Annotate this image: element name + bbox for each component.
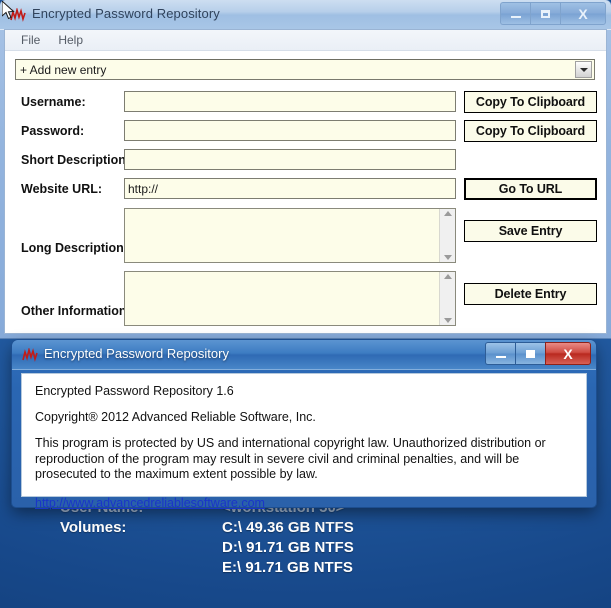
long-description-textarea-body[interactable] (125, 209, 439, 262)
go-to-url-button[interactable]: Go To URL (464, 178, 597, 200)
scroll-up-icon[interactable] (443, 274, 452, 279)
maximize-icon (541, 9, 550, 18)
main-window-titlebar[interactable]: Encrypted Password Repository X (0, 0, 611, 30)
bginfo-row-volumes: Volumes: C:\ 49.36 GB NTFS (0, 518, 611, 538)
short-description-label: Short Description: (21, 153, 131, 167)
close-icon: X (578, 5, 588, 22)
minimize-icon (510, 15, 521, 18)
bginfo-value-volume-d: D:\ 91.71 GB NTFS (222, 539, 354, 556)
website-url-label: Website URL: (21, 182, 103, 196)
bginfo-value-volume-c: C:\ 49.36 GB NTFS (222, 519, 354, 536)
scroll-up-icon[interactable] (443, 211, 452, 216)
about-dialog-titlebar[interactable]: Encrypted Password Repository X (12, 340, 596, 370)
minimize-button[interactable] (500, 2, 530, 25)
bginfo-label-blank-e (0, 558, 222, 578)
about-close-button[interactable]: X (545, 342, 591, 365)
about-legal-notice: This program is protected by US and inte… (35, 436, 546, 481)
short-description-input[interactable] (124, 149, 456, 170)
copy-password-button[interactable]: Copy To Clipboard (464, 120, 597, 142)
password-label: Password: (21, 124, 85, 138)
password-input[interactable] (124, 120, 456, 141)
about-minimize-button[interactable] (485, 342, 515, 365)
scroll-down-icon[interactable] (443, 318, 452, 323)
bginfo-row-volume-d: D:\ 91.71 GB NTFS (0, 538, 611, 558)
app-logo-icon (22, 346, 38, 362)
website-url-input[interactable]: http:// (124, 178, 456, 199)
menu-item-help[interactable]: Help (49, 31, 92, 49)
app-logo-icon (10, 6, 26, 22)
about-product-version: Encrypted Password Repository 1.6 (35, 384, 234, 398)
main-window-caption-buttons: X (500, 2, 606, 25)
chevron-down-glyph (579, 67, 588, 72)
close-button[interactable]: X (560, 2, 606, 25)
about-website-link[interactable]: http://www.advancedreliablesoftware.com (35, 496, 265, 510)
other-information-textarea[interactable] (124, 271, 456, 326)
main-window-client-area: File Help + Add new entry Username: Copy… (4, 29, 607, 334)
chevron-down-icon[interactable] (575, 61, 592, 78)
scroll-down-icon[interactable] (443, 255, 452, 260)
save-entry-button[interactable]: Save Entry (464, 220, 597, 242)
long-description-scrollbar[interactable] (439, 209, 455, 262)
about-maximize-button[interactable] (515, 342, 545, 365)
copy-username-button[interactable]: Copy To Clipboard (464, 91, 597, 113)
maximize-button[interactable] (530, 2, 560, 25)
close-icon: X (563, 345, 573, 362)
other-information-textarea-body[interactable] (125, 272, 439, 325)
main-window: Encrypted Password Repository X File Hel… (0, 0, 611, 338)
long-description-label: Long Description: (21, 241, 128, 255)
about-dialog-caption-buttons: X (485, 342, 591, 365)
bginfo-value-volume-e: E:\ 91.71 GB NTFS (222, 559, 353, 576)
long-description-textarea[interactable] (124, 208, 456, 263)
bginfo-label-volumes: Volumes: (60, 519, 127, 536)
entry-selector-value: + Add new entry (20, 62, 107, 77)
about-dialog-content: Encrypted Password Repository 1.6 Copyri… (21, 373, 587, 510)
username-input[interactable] (124, 91, 456, 112)
other-information-scrollbar[interactable] (439, 272, 455, 325)
bginfo-row-volume-e: E:\ 91.71 GB NTFS (0, 558, 611, 578)
username-label: Username: (21, 95, 86, 109)
about-dialog: Encrypted Password Repository X Encrypte… (12, 340, 596, 510)
menu-bar: File Help (5, 30, 606, 51)
maximize-icon (526, 349, 535, 358)
bginfo-label-blank-d (0, 538, 222, 558)
about-dialog-title: Encrypted Password Repository (44, 346, 229, 361)
main-window-title: Encrypted Password Repository (32, 6, 220, 21)
delete-entry-button[interactable]: Delete Entry (464, 283, 597, 305)
about-copyright: Copyright® 2012 Advanced Reliable Softwa… (35, 410, 316, 424)
entry-selector-combobox[interactable]: + Add new entry (15, 59, 595, 80)
other-information-label: Other Information: (21, 304, 131, 318)
menu-item-file[interactable]: File (12, 31, 49, 49)
minimize-icon (495, 355, 506, 358)
